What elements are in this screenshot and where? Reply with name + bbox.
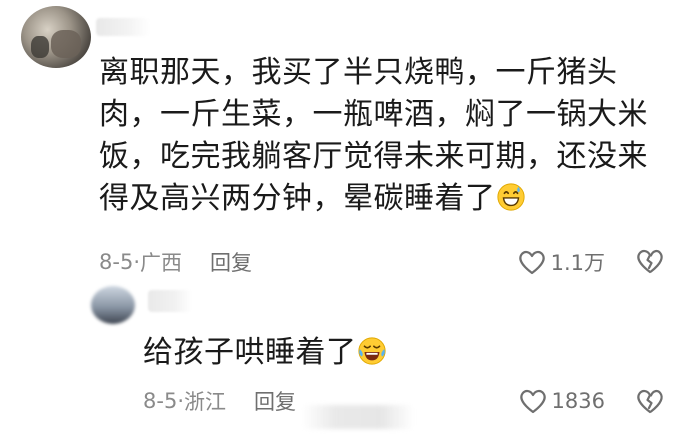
comment-thread: 离职那天，我买了半只烧鸭，一斤猪头肉，一斤生菜，一瓶啤酒，焖了一锅大米饭，吃完我… [0,0,690,438]
broken-heart-icon [637,249,663,274]
like-count: 1836 [551,389,605,413]
reply-button[interactable]: 回复 [210,247,252,277]
like-count: 1.1万 [550,251,605,275]
meta-separator: · [133,250,140,274]
heart-icon [519,389,546,414]
avatar[interactable] [91,286,135,324]
comment-text: 离职那天，我买了半只烧鸭，一斤猪头肉，一斤生菜，一瓶啤酒，焖了一锅大米饭，吃完我… [99,55,648,216]
username-blurred [96,18,150,36]
broken-heart-icon [637,389,663,414]
dislike-button[interactable] [635,386,665,416]
watermark [302,405,414,429]
comment-date: 8-5 [99,250,134,274]
like-button[interactable]: 1836 [518,387,605,415]
heart-icon [518,250,545,275]
meta-separator: · [177,389,184,413]
comment-meta: 8-5 · 浙江 回复 [143,387,296,415]
like-button[interactable]: 1.1万 [517,248,605,276]
comment-meta: 8-5 · 广西 回复 [99,248,252,276]
comment-location: 广西 [140,251,182,275]
reply-button[interactable]: 回复 [254,386,296,416]
comment-date: 8-5 [143,389,178,413]
username-blurred [148,290,192,312]
avatar[interactable] [21,6,91,68]
dislike-button[interactable] [635,246,665,276]
comment-location: 浙江 [184,390,226,414]
face-with-tears-of-joy-icon [357,337,386,365]
comment-text: 给孩子哄睡着了 [143,332,387,374]
grinning-face-with-sweat-icon [496,183,525,211]
